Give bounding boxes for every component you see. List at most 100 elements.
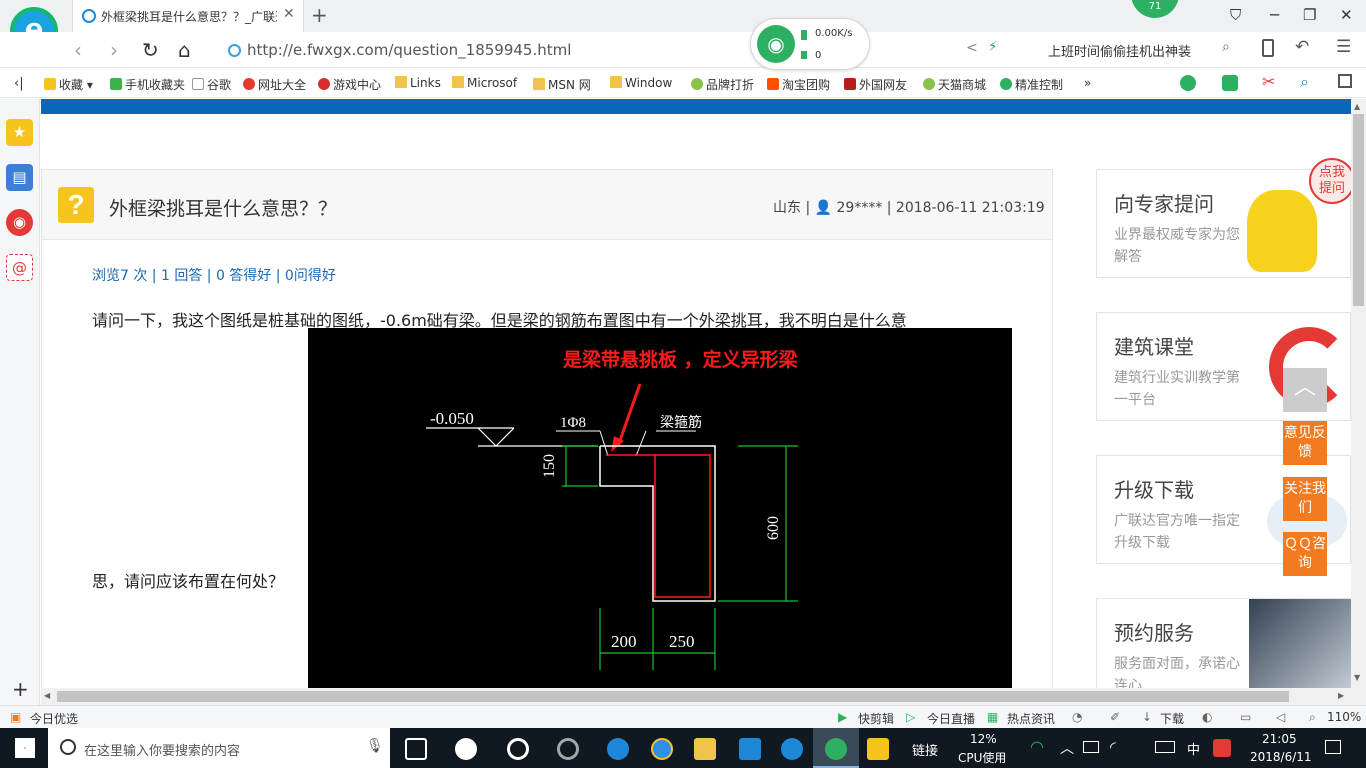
quick-edit-link[interactable]: 快剪辑 — [858, 710, 894, 727]
follow-us-button[interactable]: 关注我们 — [1283, 477, 1327, 521]
browser-active-icon[interactable] — [825, 738, 847, 760]
tab-active[interactable]: 外框梁挑耳是什么意思？？_广联达 ✕ — [72, 0, 304, 32]
file-explorer-icon[interactable] — [694, 738, 716, 760]
app-plus-icon[interactable] — [739, 738, 761, 760]
horizontal-scrollbar[interactable]: ◀ ▶ — [41, 688, 1351, 705]
qq-consult-button[interactable]: ＱＱ咨询 — [1283, 532, 1327, 576]
bookmark-precise[interactable]: 精准控制 — [1000, 76, 1063, 93]
restore-button[interactable]: ❐ — [1303, 6, 1316, 24]
news-link[interactable]: 热点资讯 — [1007, 710, 1055, 727]
new-tab-button[interactable]: + — [311, 3, 328, 27]
reading-list-icon[interactable]: ▤ — [6, 164, 33, 191]
bookmark-discount[interactable]: 品牌打折 — [691, 76, 754, 93]
forward-button[interactable]: › — [110, 38, 118, 62]
clock-date[interactable]: 2018/6/11 — [1250, 750, 1312, 764]
keyboard-icon[interactable] — [1155, 741, 1175, 753]
windows-start-icon[interactable] — [15, 738, 35, 758]
menu-button[interactable]: ☰ — [1336, 37, 1351, 57]
bookmarks-more[interactable]: » — [1084, 76, 1091, 90]
url-text[interactable]: http://e.fwxgx.com/question_1859945.html — [247, 41, 571, 59]
horizontal-scroll-thumb[interactable] — [57, 691, 1289, 702]
bookmark-links[interactable]: Links — [395, 76, 441, 90]
microphone-icon[interactable]: 🎙 — [366, 738, 384, 754]
zoom-level[interactable]: 110% — [1327, 710, 1361, 724]
shield-icon[interactable] — [1180, 75, 1196, 91]
browser-e-icon[interactable] — [507, 738, 529, 760]
close-window-button[interactable]: ✕ — [1340, 6, 1353, 24]
vertical-scroll-thumb[interactable] — [1353, 114, 1364, 306]
star-favorite-icon[interactable]: ★ — [6, 119, 33, 146]
clean-icon[interactable]: ◐ — [1202, 710, 1212, 724]
undo-icon[interactable]: ↶ — [1295, 37, 1309, 57]
battery-icon[interactable] — [1083, 741, 1099, 753]
bookmark-nav[interactable]: 网址大全 — [243, 76, 306, 93]
share-icon[interactable]: < — [966, 40, 978, 56]
bookmark-games[interactable]: 游戏中心 — [318, 76, 381, 93]
home-button[interactable]: ⌂ — [178, 38, 191, 62]
bookmark-microsoft[interactable]: Microsof — [452, 76, 517, 90]
download-link[interactable]: 下载 — [1160, 710, 1184, 727]
taskbar-link-label[interactable]: 链接 — [912, 740, 938, 759]
translate-icon[interactable] — [1222, 75, 1238, 91]
swirl-app-icon[interactable] — [557, 738, 579, 760]
lightning-icon[interactable]: ⚡ — [988, 39, 998, 55]
taskbar-search[interactable]: 在这里输入你要搜索的内容 🎙 — [48, 728, 390, 768]
bookmark-taobao[interactable]: 淘宝团购 — [767, 76, 830, 93]
bookmark-tmall[interactable]: 天猫商城 — [923, 76, 986, 93]
notes-app-icon[interactable] — [867, 738, 889, 760]
feedback-button[interactable]: 意见反馈 — [1283, 421, 1327, 465]
notifications-icon[interactable] — [1325, 740, 1341, 754]
fan-app-icon[interactable] — [455, 738, 477, 760]
bookmark-mobile[interactable]: 手机收藏夹 — [110, 76, 185, 93]
vertical-scrollbar[interactable]: ▲ ▼ — [1351, 99, 1366, 705]
zoom-icon[interactable]: ⌕ — [1300, 72, 1309, 92]
bookmarks-toggle-icon[interactable]: ‹| — [14, 76, 24, 91]
clock-time[interactable]: 21:05 — [1262, 732, 1297, 746]
address-bar[interactable]: http://e.fwxgx.com/question_1859945.html — [222, 35, 1032, 65]
back-button[interactable]: ‹ — [74, 38, 82, 62]
ie-icon[interactable] — [651, 738, 673, 760]
back-to-top-button[interactable]: ︿ — [1283, 368, 1327, 412]
screenshot-icon[interactable]: ✂ — [1262, 72, 1275, 91]
app-g-icon[interactable] — [781, 738, 803, 760]
live-link[interactable]: 今日直播 — [927, 710, 975, 727]
task-view-icon[interactable] — [405, 738, 427, 760]
wifi-tray-icon[interactable]: ◠ — [1030, 737, 1044, 756]
scroll-up-icon[interactable]: ▲ — [1354, 102, 1360, 111]
appointment-card[interactable]: 预约服务 服务面对面，承诺心连心 — [1096, 598, 1351, 688]
network-icon[interactable]: ◜ — [1110, 738, 1116, 756]
zoom-icon[interactable]: ⌕ — [1309, 710, 1316, 725]
bookmark-favorites[interactable]: 收藏 ▾ — [44, 76, 93, 93]
question-stats[interactable]: 浏览7 次 | 1 回答 | 0 答得好 | 0问得好 — [92, 265, 336, 285]
bookmark-google[interactable]: 谷歌 — [192, 76, 231, 93]
edge-icon[interactable] — [607, 738, 629, 760]
ask-expert-card[interactable]: 向专家提问 业界最权威专家为您解答 点我提问 — [1096, 158, 1351, 278]
sogou-ime-icon[interactable] — [1213, 739, 1231, 757]
search-suggestion[interactable]: 上班时间偷偷挂机出神装 — [1048, 41, 1191, 60]
volume-icon[interactable]: ◁ — [1276, 710, 1285, 724]
tools-icon[interactable]: ✐ — [1110, 710, 1120, 724]
bookmark-msn[interactable]: MSN 网 — [533, 76, 591, 93]
mail-icon[interactable]: @ — [6, 254, 33, 281]
scroll-left-icon[interactable]: ◀ — [44, 691, 50, 700]
daily-picks-link[interactable]: 今日优选 — [30, 710, 78, 727]
notification-badge[interactable]: 71 — [1131, 0, 1179, 18]
speed-dial-icon[interactable]: ◔ — [1072, 710, 1082, 724]
search-icon[interactable]: ⌕ — [1222, 39, 1230, 55]
tray-expand-icon[interactable]: ︿ — [1060, 738, 1074, 758]
ask-tag[interactable]: 点我提问 — [1309, 158, 1351, 204]
phone-icon[interactable] — [1262, 39, 1274, 57]
weibo-icon[interactable]: ◉ — [6, 209, 33, 236]
speed-widget[interactable]: ◉ 0.00K/s 0 — [750, 18, 870, 70]
sidebar-add-icon[interactable]: + — [12, 677, 29, 701]
ime-label[interactable]: 中 — [1187, 739, 1200, 758]
bookmark-windows[interactable]: Window — [610, 76, 672, 90]
scroll-right-icon[interactable]: ▶ — [1338, 691, 1344, 700]
apps-icon[interactable] — [1338, 74, 1352, 88]
tab-close-icon[interactable]: ✕ — [283, 6, 295, 22]
minimize-button[interactable]: ─ — [1270, 6, 1279, 24]
reload-button[interactable]: ↻ — [142, 38, 159, 62]
bookmark-foreign[interactable]: 外国网友 — [844, 76, 907, 93]
skin-icon[interactable]: ⛉ — [1230, 6, 1241, 24]
window-icon[interactable]: ▭ — [1240, 710, 1251, 724]
